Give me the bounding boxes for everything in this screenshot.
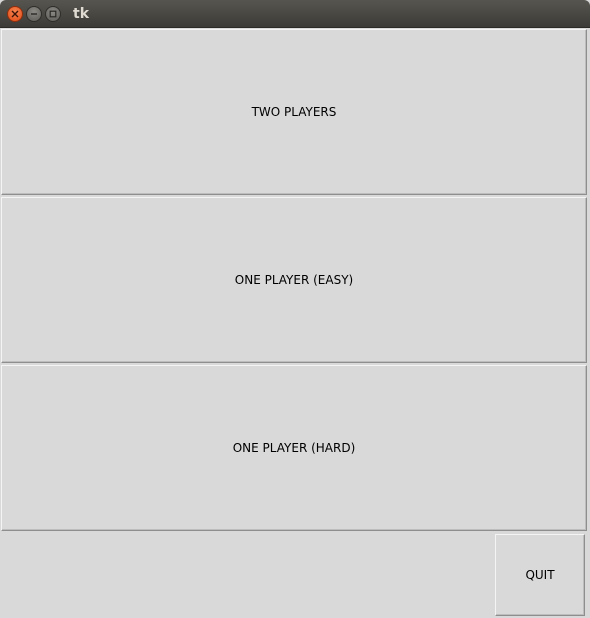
minimize-icon [31, 13, 37, 15]
close-icon [11, 10, 19, 18]
app-window: tk TWO PLAYERS ONE PLAYER (EASY) ONE PLA… [0, 0, 590, 618]
quit-label: QUIT [525, 568, 555, 582]
close-button[interactable] [7, 6, 23, 22]
minimize-button[interactable] [26, 6, 42, 22]
window-title: tk [73, 6, 90, 22]
quit-button[interactable]: QUIT [495, 534, 585, 616]
title-bar[interactable]: tk [0, 0, 590, 28]
two-players-button[interactable]: TWO PLAYERS [1, 29, 587, 195]
one-player-hard-button[interactable]: ONE PLAYER (HARD) [1, 365, 587, 531]
two-players-label: TWO PLAYERS [251, 105, 337, 119]
one-player-easy-button[interactable]: ONE PLAYER (EASY) [1, 197, 587, 363]
maximize-icon [49, 10, 57, 18]
one-player-hard-label: ONE PLAYER (HARD) [232, 441, 356, 455]
maximize-button[interactable] [45, 6, 61, 22]
one-player-easy-label: ONE PLAYER (EASY) [234, 273, 354, 287]
